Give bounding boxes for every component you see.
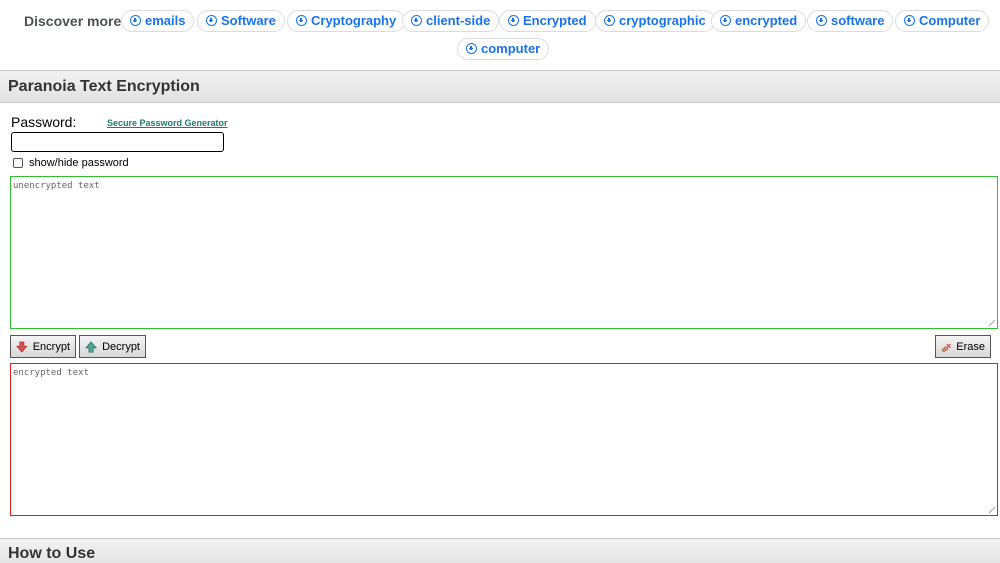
- plaintext-placeholder: unencrypted text: [13, 181, 100, 191]
- chip-encrypted-lower[interactable]: encrypted: [711, 10, 807, 32]
- plus-circle-icon: [816, 15, 827, 26]
- chip-cryptography[interactable]: Cryptography: [287, 10, 406, 32]
- plus-circle-icon: [296, 15, 307, 26]
- password-input[interactable]: [11, 132, 224, 152]
- plus-circle-icon: [411, 15, 422, 26]
- resize-grip-icon[interactable]: [989, 320, 995, 326]
- how-to-use-title: How to Use: [8, 545, 96, 562]
- show-hide-label: show/hide password: [29, 157, 129, 169]
- password-label: Password:: [11, 114, 77, 130]
- arrow-down-icon: [16, 341, 28, 353]
- plus-circle-icon: [720, 15, 731, 26]
- how-to-use-header: How to Use: [0, 538, 1000, 563]
- plus-circle-icon: [130, 15, 141, 26]
- erase-button[interactable]: Erase: [935, 335, 991, 358]
- plus-circle-icon: [206, 15, 217, 26]
- chip-cryptographic[interactable]: cryptographic: [595, 10, 715, 32]
- encrypt-button[interactable]: Encrypt: [10, 335, 76, 358]
- plaintext-textarea[interactable]: unencrypted text: [10, 176, 998, 329]
- chip-computer-lower[interactable]: computer: [457, 38, 550, 60]
- chip-emails[interactable]: emails: [121, 10, 195, 32]
- arrow-up-icon: [85, 340, 97, 353]
- chip-computer[interactable]: Computer: [895, 10, 990, 32]
- resize-grip-icon[interactable]: [989, 507, 995, 513]
- plus-circle-icon: [508, 15, 519, 26]
- chip-encrypted[interactable]: Encrypted: [499, 10, 596, 32]
- eraser-icon: [941, 343, 951, 352]
- discover-more-label: Discover more: [24, 13, 122, 29]
- password-generator-link[interactable]: Secure Password Generator: [107, 118, 228, 128]
- chip-software[interactable]: Software: [197, 10, 285, 32]
- plus-circle-icon: [904, 15, 915, 26]
- app-header: Paranoia Text Encryption: [0, 70, 1000, 103]
- discover-more-bar: Discover more emails Software Cryptograp…: [0, 0, 1000, 70]
- show-hide-checkbox[interactable]: [13, 158, 23, 168]
- show-hide-password[interactable]: show/hide password: [13, 157, 129, 169]
- chip-software-lower[interactable]: software: [807, 10, 894, 32]
- app-title: Paranoia Text Encryption: [8, 78, 200, 95]
- chip-client-side[interactable]: client-side: [402, 10, 500, 32]
- encrypted-textarea[interactable]: encrypted text: [10, 363, 998, 516]
- plus-circle-icon: [466, 43, 477, 54]
- encrypted-placeholder: encrypted text: [13, 368, 89, 378]
- plus-circle-icon: [604, 15, 615, 26]
- decrypt-button[interactable]: Decrypt: [79, 335, 146, 358]
